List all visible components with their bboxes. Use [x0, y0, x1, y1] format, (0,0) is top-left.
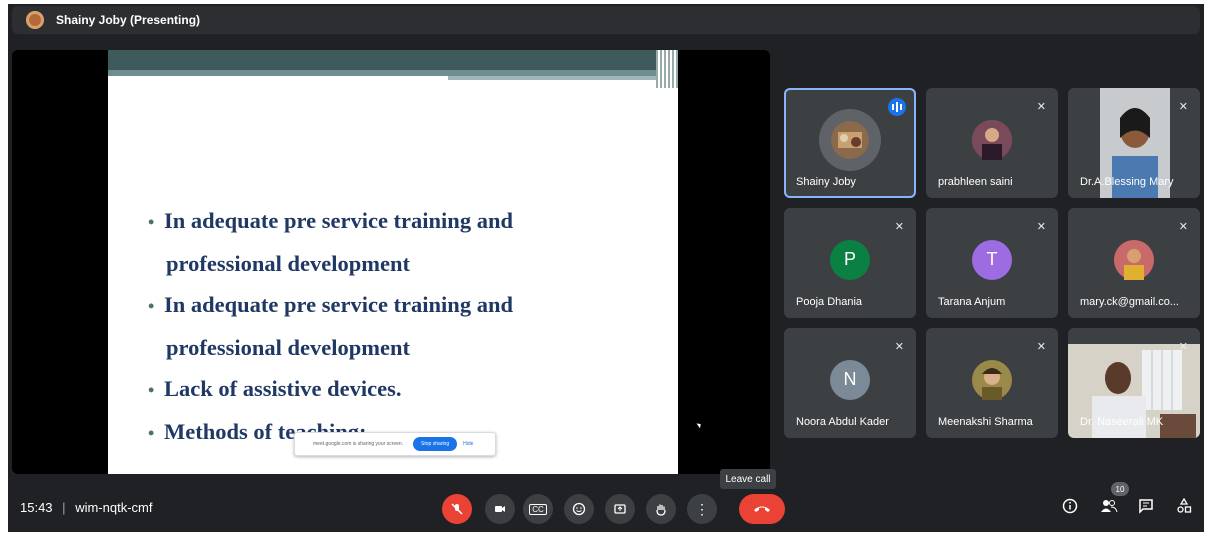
people-button[interactable]	[1100, 498, 1118, 518]
hide-link[interactable]: Hide	[463, 441, 473, 447]
activities-button[interactable]	[1176, 497, 1192, 518]
camera-toggle-button[interactable]	[485, 494, 515, 524]
mic-off-icon: ✕	[1036, 101, 1046, 113]
presenter-title: Shainy Joby (Presenting)	[56, 13, 201, 27]
slide-header-band-3	[448, 76, 678, 80]
emoji-icon	[572, 502, 586, 516]
captions-button[interactable]: CC	[523, 494, 553, 524]
slide-header-band	[108, 50, 678, 70]
mic-off-icon: ✕	[894, 341, 904, 353]
mic-off-icon: ✕	[1178, 221, 1188, 233]
avatar-initial: N	[830, 359, 870, 400]
slide-bullets: • In adequate pre service training and pr…	[148, 200, 668, 454]
avatar	[1114, 239, 1154, 280]
meeting-code: wim-nqtk-cmf	[75, 500, 153, 515]
mouse-cursor	[696, 421, 703, 429]
bullet-item: • Lack of assistive devices.	[148, 376, 402, 401]
more-options-button[interactable]: ⋮	[687, 494, 717, 524]
avatar-initial: P	[830, 239, 870, 280]
participant-tile[interactable]: ✕ prabhleen saini	[926, 88, 1058, 198]
participant-tile[interactable]: ✕ Meenakshi Sharma	[926, 328, 1058, 438]
presenter-avatar	[26, 11, 44, 29]
chat-icon	[1139, 499, 1153, 514]
participant-tile[interactable]: ✕ N Noora Abdul Kader	[784, 328, 916, 438]
emoji-button[interactable]	[564, 494, 594, 524]
mic-off-icon: ✕	[894, 221, 904, 233]
stop-sharing-button[interactable]: Stop sharing	[413, 437, 458, 451]
avatar	[819, 108, 881, 171]
phone-hangup-icon	[754, 506, 770, 512]
activities-icon	[1177, 497, 1192, 513]
mic-off-icon: ✕	[1036, 341, 1046, 353]
mic-off-icon: ✕	[1036, 221, 1046, 233]
avatar	[972, 119, 1012, 160]
slide: • In adequate pre service training and pr…	[108, 50, 678, 474]
participant-name: Shainy Joby	[796, 176, 856, 188]
leave-call-button[interactable]	[739, 494, 785, 524]
bullet-item: • In adequate pre service training and	[148, 208, 513, 233]
participant-name: prabhleen saini	[938, 176, 1013, 188]
sharing-popup: meet.google.com is sharing your screen. …	[294, 432, 496, 456]
slide-decoration	[656, 50, 678, 88]
sharing-message: meet.google.com is sharing your screen.	[313, 441, 404, 447]
mic-toggle-button[interactable]	[442, 494, 472, 524]
present-icon	[614, 504, 626, 514]
participant-name: Pooja Dhania	[796, 296, 863, 308]
mic-off-icon: ✕	[1178, 341, 1188, 353]
mic-off-icon: ✕	[1178, 101, 1188, 113]
people-icon	[1101, 500, 1118, 513]
participant-tile[interactable]: ✕ P Pooja Dhania	[784, 208, 916, 318]
avatar	[972, 359, 1012, 400]
separator: |	[62, 500, 66, 515]
participant-name: Meenakshi Sharma	[938, 416, 1033, 428]
bullet-continuation: professional development	[166, 335, 410, 360]
mic-off-icon	[451, 503, 463, 515]
captions-icon: CC	[529, 503, 547, 515]
participant-tile[interactable]: ✕ mary.ck@gmail.co...	[1068, 208, 1200, 318]
participant-name: Dr.A.Blessing Mary	[1080, 176, 1174, 188]
speaking-indicator-icon	[888, 98, 906, 116]
presentation-view: • In adequate pre service training and pr…	[12, 50, 770, 474]
avatar-initial: T	[972, 239, 1012, 280]
meeting-info: 15:43 | wim-nqtk-cmf	[20, 500, 152, 515]
bullet-continuation: professional development	[166, 251, 410, 276]
meeting-details-button[interactable]	[1062, 498, 1078, 518]
leave-call-tooltip: Leave call	[720, 469, 776, 489]
hand-icon	[656, 504, 666, 516]
present-button[interactable]	[605, 494, 635, 524]
participant-name: Tarana Anjum	[938, 296, 1006, 308]
participant-tile[interactable]: ✕ T Tarana Anjum	[926, 208, 1058, 318]
bottom-bar: 15:43 | wim-nqtk-cmf CC ⋮	[12, 490, 1200, 528]
chat-button[interactable]	[1138, 498, 1154, 518]
participant-tile[interactable]: ✕ Dr.A.Blessing Mary	[1068, 88, 1200, 198]
participant-name: Noora Abdul Kader	[796, 416, 889, 428]
camera-icon	[495, 506, 505, 512]
meeting-time: 15:43	[20, 500, 53, 515]
bullet-item: • In adequate pre service training and	[148, 292, 513, 317]
participant-name: mary.ck@gmail.co...	[1080, 296, 1179, 308]
info-icon	[1062, 498, 1078, 514]
raise-hand-button[interactable]	[646, 494, 676, 524]
participant-tile[interactable]: ✕ Dr. Naseerali MK	[1068, 328, 1200, 438]
presenter-bar: Shainy Joby (Presenting)	[12, 6, 1200, 34]
people-count-badge: 10	[1111, 482, 1129, 496]
participant-tile[interactable]: Shainy Joby	[784, 88, 916, 198]
participant-name: Dr. Naseerali MK	[1080, 416, 1164, 428]
more-icon: ⋮	[695, 501, 709, 517]
